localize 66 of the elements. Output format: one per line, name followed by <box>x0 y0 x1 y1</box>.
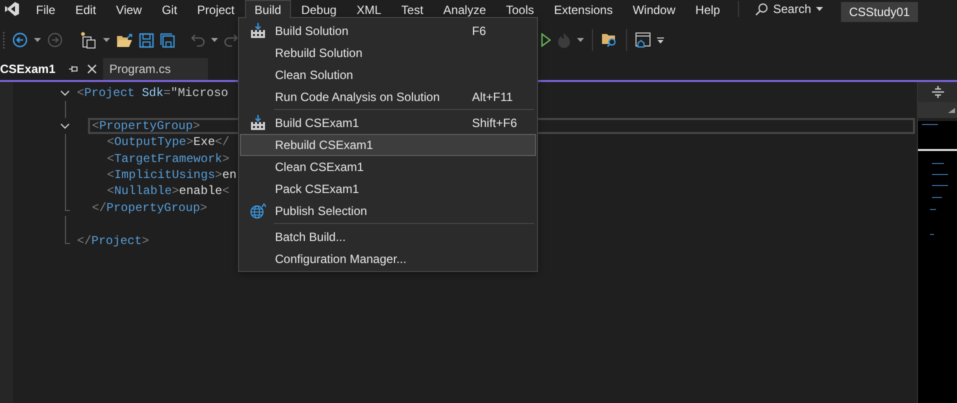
file-tab[interactable]: Program.cs <box>103 58 208 80</box>
menu-item[interactable]: Extensions <box>544 0 623 18</box>
menu-item[interactable]: File <box>26 0 66 18</box>
menu-item[interactable]: Rebuild Solution <box>240 42 536 64</box>
code-line: <ImplicitUsings>en <box>106 166 238 184</box>
menu-item[interactable]: Build Solution F6 <box>240 20 536 42</box>
open-folder-icon[interactable] <box>116 32 133 48</box>
fold-guide-line <box>65 216 66 234</box>
search-icon <box>755 2 768 16</box>
menu-item[interactable]: Edit <box>65 0 106 18</box>
menu-item[interactable]: Help <box>685 0 730 18</box>
fold-end-line <box>65 200 70 211</box>
window-home-icon[interactable] <box>635 32 651 48</box>
split-button[interactable] <box>918 82 957 102</box>
menu-item[interactable]: Git <box>152 0 188 18</box>
code-line: </Project> <box>76 232 150 249</box>
menu-item[interactable]: Analyze <box>433 0 496 18</box>
solution-name[interactable]: CSStudy01 <box>841 2 918 22</box>
save-all-icon[interactable] <box>160 32 175 48</box>
menu-item[interactable]: Build <box>244 0 292 18</box>
menu-item[interactable]: Project <box>187 0 245 18</box>
fold-end-line <box>65 232 70 244</box>
overflow-icon[interactable] <box>657 36 664 44</box>
caret-icon <box>816 7 824 11</box>
menu-item[interactable]: Debug <box>291 0 347 18</box>
play-icon[interactable] <box>541 33 551 47</box>
caret-icon[interactable] <box>948 108 955 112</box>
pin-icon[interactable] <box>69 64 80 74</box>
menu-item[interactable]: Batch Build... <box>240 226 536 248</box>
code-line: <Nullable>enable< <box>106 183 230 200</box>
build-icon <box>250 115 266 131</box>
file-tab[interactable]: CSExam1 <box>0 58 104 80</box>
menu-item[interactable]: Tools <box>496 0 544 18</box>
fold-guide-line <box>65 101 66 118</box>
menu-item[interactable]: View <box>106 0 152 18</box>
redo-icon[interactable] <box>224 33 238 47</box>
logo-icon <box>4 1 20 17</box>
menu-item[interactable]: Clean Solution <box>240 64 536 86</box>
code-line: <Project Sdk="Microso <box>76 85 230 102</box>
menu-item[interactable]: Rebuild CSExam1 <box>240 134 536 156</box>
close-icon[interactable] <box>87 64 98 74</box>
menu-item[interactable]: Configuration Manager... <box>240 248 536 270</box>
build-icon <box>250 23 266 39</box>
back-icon[interactable] <box>12 32 28 48</box>
menu-item[interactable]: Publish Selection <box>240 200 536 222</box>
code-line: <OutputType>Exe</ <box>106 134 230 151</box>
caret-icon[interactable] <box>211 38 218 42</box>
caret-icon[interactable] <box>103 38 110 42</box>
globe-icon <box>250 203 266 219</box>
folder-search-icon[interactable] <box>601 32 618 48</box>
menu-item[interactable]: Test <box>391 0 434 18</box>
undo-icon[interactable] <box>191 33 205 47</box>
save-icon[interactable] <box>139 32 154 48</box>
code-line: <TargetFramework> <box>106 150 230 167</box>
code-line: </PropertyGroup> <box>91 200 208 216</box>
menu-item[interactable]: XML <box>346 0 392 18</box>
menu-item[interactable]: Clean CSExam1 <box>240 156 536 178</box>
caret-icon[interactable] <box>34 38 41 42</box>
menu-item[interactable]: Window <box>622 0 686 18</box>
grip-icon <box>3 31 6 49</box>
caret-icon[interactable] <box>577 38 584 42</box>
new-item-icon[interactable] <box>79 31 97 49</box>
menu-item[interactable]: Run Code Analysis on Solution Alt+F11 <box>240 86 536 108</box>
split-icon <box>932 86 944 98</box>
menu-item[interactable]: Pack CSExam1 <box>240 178 536 200</box>
search-button[interactable]: Search <box>749 2 830 16</box>
